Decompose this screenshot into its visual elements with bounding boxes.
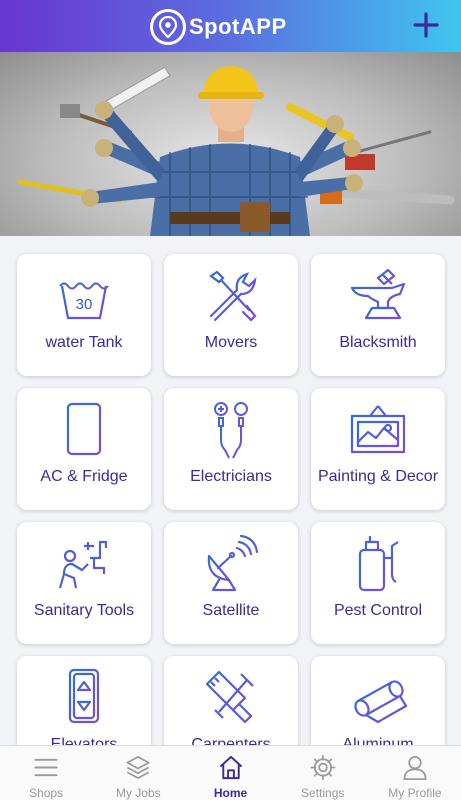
- tab-home[interactable]: Home: [184, 746, 276, 800]
- tab-label: My Jobs: [115, 786, 161, 800]
- category-pest-control[interactable]: Pest Control: [311, 522, 445, 644]
- water-tank-icon-text: 30: [76, 296, 93, 313]
- water-tank-icon: 30: [59, 282, 109, 320]
- hero-banner: [0, 52, 461, 236]
- tab-label: Home: [213, 786, 248, 800]
- category-label: Movers: [204, 334, 258, 351]
- category-label: Electricians: [190, 468, 272, 485]
- sprayer-icon: [358, 536, 399, 592]
- category-movers[interactable]: Movers: [164, 254, 298, 376]
- tab-shops[interactable]: Shops: [0, 746, 92, 800]
- app-logo: SpotAPP: [150, 8, 287, 46]
- category-label: Carpenters: [191, 736, 271, 745]
- category-grid: 30 water Tank Movers Blacksmith AC & Fri…: [0, 236, 461, 745]
- plumber-icon: [58, 540, 108, 589]
- fridge-icon: [66, 402, 102, 458]
- add-button[interactable]: [409, 8, 443, 42]
- category-ac-fridge[interactable]: AC & Fridge: [17, 388, 151, 510]
- category-label: Pest Control: [333, 602, 423, 619]
- category-aluminum[interactable]: Aluminum: [311, 656, 445, 745]
- category-label: water Tank: [45, 334, 123, 351]
- layers-icon: [126, 756, 150, 779]
- tab-my-profile[interactable]: My Profile: [369, 746, 461, 800]
- tab-my-jobs[interactable]: My Jobs: [92, 746, 184, 800]
- category-blacksmith[interactable]: Blacksmith: [311, 254, 445, 376]
- user-icon: [403, 756, 427, 780]
- app-header: SpotAPP: [0, 0, 461, 52]
- handyman-illustration: [17, 66, 455, 236]
- electric-wires-icon: [214, 402, 248, 459]
- tab-settings[interactable]: Settings: [277, 746, 369, 800]
- tab-label: Shops: [29, 786, 64, 800]
- category-electricians[interactable]: Electricians: [164, 388, 298, 510]
- category-label: Satellite: [202, 602, 260, 619]
- app-name: SpotAPP: [189, 14, 287, 39]
- carpentry-tools-icon: [205, 670, 254, 724]
- category-label: Sanitary Tools: [33, 602, 135, 619]
- category-water-tank[interactable]: 30 water Tank: [17, 254, 151, 376]
- category-label: Elevators: [50, 736, 118, 745]
- menu-icon: [34, 758, 58, 777]
- home-icon: [219, 755, 242, 780]
- tab-label: Settings: [301, 786, 345, 800]
- category-satellite[interactable]: Satellite: [164, 522, 298, 644]
- anvil-icon: [350, 268, 406, 320]
- gear-icon: [310, 755, 336, 780]
- satellite-dish-icon: [207, 534, 259, 592]
- category-label: Blacksmith: [339, 334, 417, 351]
- aluminum-roll-icon: [354, 680, 408, 724]
- category-label: AC & Fridge: [40, 468, 128, 485]
- category-sanitary-tools[interactable]: Sanitary Tools: [17, 522, 151, 644]
- category-label: Painting & Decor: [317, 468, 439, 485]
- painting-icon: [350, 405, 406, 454]
- bottom-tab-bar: Shops My Jobs Home Settings My Profile: [0, 745, 461, 800]
- category-elevators[interactable]: Elevators: [17, 656, 151, 745]
- category-label: Aluminum: [342, 736, 414, 745]
- category-painting-decor[interactable]: Painting & Decor: [311, 388, 445, 510]
- location-pin-icon: [150, 9, 186, 45]
- tab-label: My Profile: [388, 786, 442, 800]
- category-carpenters[interactable]: Carpenters: [164, 656, 298, 745]
- elevator-icon: [68, 668, 100, 724]
- plus-icon: [413, 12, 439, 38]
- wrench-screwdriver-icon: [209, 270, 257, 322]
